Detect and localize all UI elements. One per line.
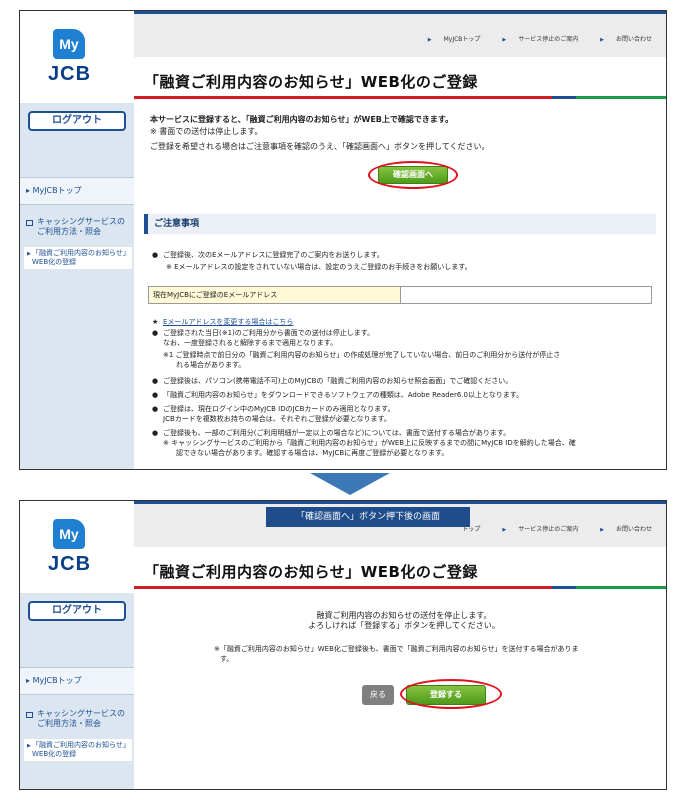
page-title: 「融資ご利用内容のお知らせ」WEB化のご登録 [144, 563, 478, 581]
confirm-message: よろしければ「登録する」ボタンを押してください。 [308, 621, 500, 630]
logo-area: My JCB [20, 501, 134, 593]
screen-before: My JCB ログアウト ▸ MyJCBトップ キャッシングサービスの ご利用方… [19, 10, 667, 470]
arrow-icon: ▶ [600, 527, 604, 533]
arrow-icon: ▶ [502, 37, 507, 43]
sidebar-item-web-registration[interactable]: ▶ 「融資ご利用内容のお知らせ」 WEB化の登録 [24, 247, 132, 269]
page-title: 「融資ご利用内容のお知らせ」WEB化のご登録 [144, 73, 478, 91]
topnav-myjcb-top[interactable]: ▶ MyJCBトップ [418, 36, 481, 43]
jcb-logo-text: JCB [48, 63, 92, 85]
intro-text: 本サービスに登録すると、「融資ご利用内容のお知らせ」がWEB上で確認できます。 [150, 115, 454, 124]
arrow-icon: ▶ [27, 743, 31, 749]
confirm-note: す。 [220, 655, 234, 663]
topnav-contact[interactable]: ▶ お問い合わせ [590, 526, 652, 533]
top-nav: ▶ MyJCBトップ ▶ サービス停止のご案内 ▶ お問い合わせ [408, 34, 652, 43]
topnav-service-stop[interactable]: ▶ サービス停止のご案内 [492, 526, 578, 533]
arrow-icon: ▶ [427, 37, 432, 43]
top-nav: トップ ▶ サービス停止のご案内 ▶ お問い合わせ [442, 524, 652, 533]
logout-button[interactable]: ログアウト [28, 601, 126, 621]
change-email-link[interactable]: Eメールアドレスを変更する場合はこちら [163, 318, 293, 327]
sidebar-item-label: MyJCBトップ [32, 186, 82, 195]
topnav-contact[interactable]: ▶ お問い合わせ [590, 36, 652, 43]
jcb-logo-text: JCB [48, 553, 92, 575]
transition-arrow-icon [310, 473, 390, 495]
sidebar-item-label: WEB化の登録 [32, 750, 77, 758]
topnav-service-stop[interactable]: ▶ サービス停止のご案内 [492, 36, 578, 43]
highlight-oval [400, 679, 502, 709]
arrow-icon: ▶ [27, 251, 31, 257]
main-content: ▶ MyJCBトップ ▶ サービス停止のご案内 ▶ お問い合わせ 「融資ご利用内容のお… [134, 11, 666, 469]
sidebar-item-label: 「融資ご利用内容のお知らせ」 [32, 741, 130, 749]
logout-button[interactable]: ログアウト [28, 111, 126, 131]
main-content: トップ ▶ サービス停止のご案内 ▶ お問い合わせ 「確認画面へ」ボタン押下後の画面… [134, 501, 666, 789]
annotation-label: 「確認画面へ」ボタン押下後の画面 [266, 507, 470, 527]
myjcb-logo-icon: My [53, 519, 85, 549]
confirm-message: 融資ご利用内容のお知らせの送付を停止します。 [316, 611, 492, 620]
sidebar-item-myjcb-top[interactable]: ▸ MyJCBトップ [20, 667, 134, 695]
sidebar-item-label: ご利用方法・照会 [37, 227, 101, 236]
sidebar-item-label: MyJCBトップ [32, 676, 82, 685]
back-button[interactable]: 戻る [362, 685, 394, 705]
confirm-note: ※「融資ご利用内容のお知らせ」WEB化ご登録後も、書面で「融資ご利用内容のお知ら… [214, 645, 579, 653]
intro-note: ※ 書面での送付は停止します。 [150, 127, 263, 136]
sidebar-item-cashing[interactable]: キャッシングサービスの ご利用方法・照会 [26, 217, 130, 237]
notes-heading: ご注意事項 [144, 214, 656, 234]
logo-area: My JCB [20, 11, 134, 103]
sidebar-item-label: WEB化の登録 [32, 258, 77, 266]
arrow-icon: ▶ [600, 37, 604, 43]
arrow-icon: ▶ [502, 527, 507, 533]
sidebar-item-label: ご利用方法・照会 [37, 719, 101, 728]
sidebar-item-myjcb-top[interactable]: ▸ MyJCBトップ [20, 177, 134, 205]
sidebar-item-label: キャッシングサービスの [37, 217, 125, 226]
topnav-myjcb-top[interactable]: トップ [452, 526, 480, 533]
square-icon [26, 712, 33, 718]
intro-instruction: ご登録を希望される場合はご注意事項を確認のうえ、「確認画面へ」ボタンを押してくだ… [150, 142, 490, 151]
myjcb-logo-icon: My [53, 29, 85, 59]
sidebar: My JCB ログアウト ▸ MyJCBトップ キャッシングサービスの ご利用方… [20, 501, 134, 789]
email-field: 現在MyJCBにご登録のEメールアドレス [148, 286, 652, 304]
sidebar-item-label: キャッシングサービスの [37, 709, 125, 718]
title-divider [134, 96, 666, 99]
top-bar: ▶ MyJCBトップ ▶ サービス停止のご案内 ▶ お問い合わせ [134, 11, 666, 57]
sidebar-item-web-registration[interactable]: ▶ 「融資ご利用内容のお知らせ」 WEB化の登録 [24, 739, 132, 761]
sidebar: My JCB ログアウト ▸ MyJCBトップ キャッシングサービスの ご利用方… [20, 11, 134, 469]
sidebar-item-label: 「融資ご利用内容のお知らせ」 [32, 249, 130, 257]
title-divider [134, 586, 666, 589]
email-field-label: 現在MyJCBにご登録のEメールアドレス [149, 287, 401, 303]
screen-after: My JCB ログアウト ▸ MyJCBトップ キャッシングサービスの ご利用方… [19, 500, 667, 790]
sidebar-item-cashing[interactable]: キャッシングサービスの ご利用方法・照会 [26, 709, 130, 729]
highlight-oval [368, 161, 458, 189]
square-icon [26, 220, 33, 226]
